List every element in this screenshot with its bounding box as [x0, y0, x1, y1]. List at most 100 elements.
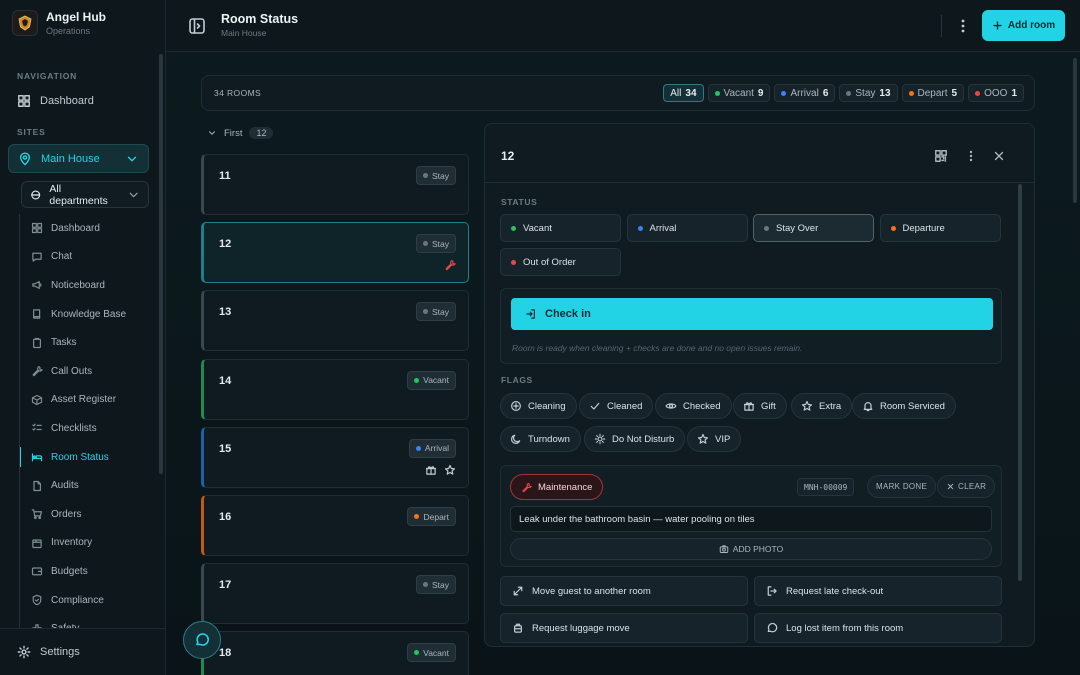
- more-vertical-icon: [961, 19, 965, 33]
- flag-turndown[interactable]: Turndown: [500, 426, 581, 452]
- brand[interactable]: Angel Hub Operations: [12, 10, 106, 36]
- brand-logo-icon: [12, 10, 38, 36]
- status-badge: Stay: [415, 166, 456, 185]
- department-selector[interactable]: All departments: [21, 181, 149, 208]
- action-label: Request luggage move: [532, 622, 630, 634]
- issue-description-field[interactable]: Leak under the bathroom basin — water po…: [510, 506, 992, 532]
- flag-label: Do Not Disturb: [612, 433, 675, 445]
- move-icon: [513, 586, 523, 596]
- action-request-late-check-out[interactable]: Request late check-out: [754, 576, 1002, 606]
- status-dot: [511, 259, 516, 265]
- room-card[interactable]: 18 Vacant: [201, 631, 469, 675]
- filter-chip-stay[interactable]: Stay 13: [839, 84, 898, 102]
- flag-vip[interactable]: VIP: [687, 426, 742, 452]
- action-log-lost-item-from-this-room[interactable]: Log lost item from this room: [754, 613, 1002, 643]
- subnav-item-call-outs[interactable]: Call Outs: [20, 357, 159, 386]
- map-pin-icon: [19, 151, 31, 165]
- room-card[interactable]: 14 Vacant: [201, 358, 469, 420]
- checkin-card: Check in Room is ready when cleaning + c…: [500, 288, 1002, 364]
- star-icon: [444, 464, 456, 475]
- action-request-luggage-move[interactable]: Request luggage move: [500, 613, 748, 643]
- room-card[interactable]: 16 Depart: [201, 495, 469, 556]
- floor-group-header[interactable]: First 12: [207, 127, 274, 139]
- status-option-out-of-order[interactable]: Out of Order: [500, 248, 621, 276]
- nav-dashboard[interactable]: Dashboard: [17, 94, 94, 108]
- filter-chip-ooo[interactable]: OOO 1: [968, 84, 1024, 102]
- subnav-item-chat[interactable]: Chat: [20, 243, 159, 272]
- room-card[interactable]: 11 Stay: [201, 154, 469, 215]
- status-option-stay-over[interactable]: Stay Over: [753, 214, 874, 242]
- status-dot: [422, 173, 428, 178]
- status-label: Stay: [431, 306, 449, 317]
- chevron-down-icon: [127, 156, 137, 161]
- status-option-arrival[interactable]: Arrival: [626, 214, 748, 242]
- subnav-item-dashboard[interactable]: Dashboard: [20, 214, 159, 243]
- status-option-departure[interactable]: Departure: [879, 214, 1001, 242]
- status-section-label: STATUS: [501, 197, 538, 207]
- subnav-item-inventory[interactable]: Inventory: [20, 529, 159, 558]
- close-detail-button[interactable]: [992, 149, 1006, 163]
- site-selector[interactable]: Main House: [8, 144, 149, 173]
- camera-icon: [719, 545, 729, 553]
- add-photo-label: ADD PHOTO: [732, 544, 784, 554]
- status-option-label: Vacant: [523, 222, 552, 234]
- clear-button[interactable]: CLEAR: [937, 475, 996, 498]
- room-card[interactable]: 12 Stay: [201, 222, 469, 284]
- login-icon: [526, 309, 535, 319]
- room-card[interactable]: 17 Stay: [201, 563, 469, 625]
- sidebar-toggle-button[interactable]: [188, 17, 206, 35]
- subnav-item-room-status[interactable]: Room Status: [20, 443, 159, 472]
- filter-chip-arrival[interactable]: Arrival 6: [774, 84, 836, 102]
- room-summary-bar: 34 ROOMS All 34 Vacant 9 Arrival 6 Stay 13 Depar…: [201, 75, 1035, 111]
- bell-icon: [863, 402, 873, 412]
- room-card[interactable]: 15 Arrival: [201, 426, 469, 488]
- flag-do-not-disturb[interactable]: Do Not Disturb: [584, 426, 686, 452]
- maintenance-tag[interactable]: Maintenance: [510, 474, 604, 500]
- detail-more-button[interactable]: [964, 149, 978, 163]
- filter-chip-all[interactable]: All 34: [663, 84, 704, 102]
- flag-checked[interactable]: Checked: [655, 393, 732, 419]
- subnav-item-asset-register[interactable]: Asset Register: [20, 386, 159, 415]
- filter-chip-depart[interactable]: Depart 5: [901, 84, 965, 102]
- filter-chip-vacant[interactable]: Vacant 9: [707, 84, 771, 102]
- floor-room-count: 12: [249, 127, 274, 139]
- flag-cleaning[interactable]: Cleaning: [500, 393, 577, 419]
- status-option-vacant[interactable]: Vacant: [500, 214, 621, 242]
- qr-code-button[interactable]: [934, 149, 948, 163]
- subnav-item-audits[interactable]: Audits: [20, 471, 159, 500]
- flag-room-serviced[interactable]: Room Serviced: [852, 393, 956, 419]
- flag-gift[interactable]: Gift: [733, 393, 787, 419]
- add-photo-button[interactable]: ADD PHOTO: [510, 538, 992, 560]
- more-menu-button[interactable]: [956, 17, 970, 35]
- status-badge: Stay: [415, 302, 456, 322]
- subnav-item-safety[interactable]: Safety: [20, 614, 159, 628]
- action-label: Log lost item from this room: [786, 622, 904, 634]
- shield-icon: [32, 594, 42, 606]
- action-move-guest-to-another-room[interactable]: Move guest to another room: [500, 576, 748, 606]
- room-card[interactable]: 13 Stay: [201, 290, 469, 352]
- settings-link[interactable]: Settings: [0, 628, 165, 675]
- chevron-down-icon: [209, 131, 215, 135]
- top-header: Room Status Main House Add room: [166, 0, 1080, 52]
- main-scrollbar[interactable]: [1073, 58, 1077, 203]
- subnav-item-knowledge-base[interactable]: Knowledge Base: [20, 300, 159, 329]
- flag-extra[interactable]: Extra: [791, 393, 853, 419]
- checklist-icon: [32, 424, 42, 432]
- chat-fab-button[interactable]: [183, 621, 221, 659]
- status-dot: [511, 225, 516, 231]
- flag-cleaned[interactable]: Cleaned: [579, 393, 654, 419]
- cart-icon: [31, 509, 43, 520]
- subnav-item-orders[interactable]: Orders: [20, 500, 159, 529]
- add-room-button[interactable]: Add room: [982, 10, 1065, 41]
- action-label: Move guest to another room: [532, 585, 651, 597]
- detail-scrollbar[interactable]: [1018, 184, 1022, 581]
- subnav-item-budgets[interactable]: Budgets: [20, 557, 159, 586]
- subnav-item-tasks[interactable]: Tasks: [20, 328, 159, 357]
- action-label: Request late check-out: [786, 585, 884, 597]
- subnav-item-compliance[interactable]: Compliance: [20, 586, 159, 615]
- mark-done-button[interactable]: MARK DONE: [867, 475, 937, 498]
- subnav-item-checklists[interactable]: Checklists: [20, 414, 159, 443]
- check-in-button[interactable]: Check in: [511, 298, 993, 330]
- sidebar-scrollbar[interactable]: [159, 54, 163, 474]
- subnav-item-noticeboard[interactable]: Noticeboard: [20, 271, 159, 300]
